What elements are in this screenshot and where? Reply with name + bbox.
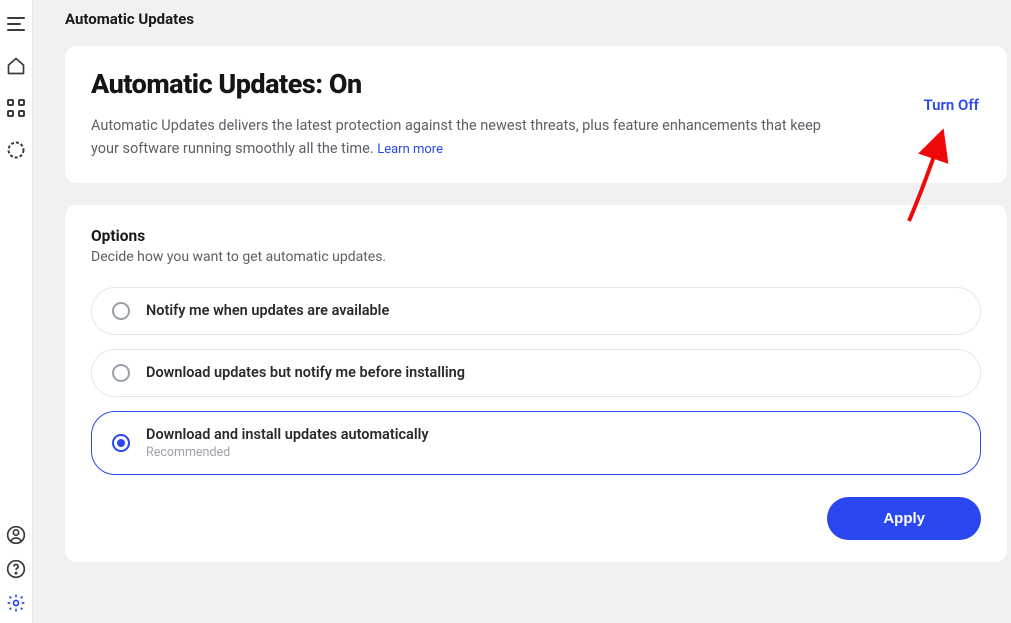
circle-icon[interactable] (6, 140, 26, 160)
learn-more-link[interactable]: Learn more (377, 142, 443, 157)
settings-icon[interactable] (6, 593, 26, 613)
options-title: Options (91, 227, 981, 245)
radio-icon (112, 434, 130, 452)
account-icon[interactable] (6, 525, 26, 545)
option-download-notify[interactable]: Download updates but notify me before in… (91, 349, 981, 397)
sidebar (0, 0, 33, 623)
option-notify[interactable]: Notify me when updates are available (91, 287, 981, 335)
sidebar-bottom (6, 525, 26, 623)
apply-row: Apply (91, 497, 981, 540)
option-text: Notify me when updates are available (146, 302, 389, 319)
option-auto-install[interactable]: Download and install updates automatical… (91, 411, 981, 475)
hero-card: Automatic Updates: On Automatic Updates … (65, 46, 1007, 183)
options-subtitle: Decide how you want to get automatic upd… (91, 249, 981, 265)
main-content: Automatic Updates Automatic Updates: On … (33, 0, 1011, 623)
hero-description-text: Automatic Updates delivers the latest pr… (91, 117, 821, 157)
radio-icon (112, 364, 130, 382)
menu-icon[interactable] (6, 14, 26, 34)
option-text: Download updates but notify me before in… (146, 364, 465, 381)
options-card: Options Decide how you want to get autom… (65, 205, 1007, 562)
hero-description: Automatic Updates delivers the latest pr… (91, 114, 821, 161)
option-text: Download and install updates automatical… (146, 426, 429, 460)
help-icon[interactable] (6, 559, 26, 579)
page-title: Automatic Updates (65, 10, 1011, 28)
option-label: Notify me when updates are available (146, 302, 389, 319)
apply-button[interactable]: Apply (827, 497, 981, 540)
option-sublabel: Recommended (146, 445, 429, 460)
radio-icon (112, 302, 130, 320)
option-label: Download and install updates automatical… (146, 426, 429, 443)
turn-off-button[interactable]: Turn Off (923, 96, 979, 114)
sidebar-top (6, 14, 26, 160)
home-icon[interactable] (6, 56, 26, 76)
option-label: Download updates but notify me before in… (146, 364, 465, 381)
apps-icon[interactable] (6, 98, 26, 118)
hero-title: Automatic Updates: On (91, 68, 981, 100)
